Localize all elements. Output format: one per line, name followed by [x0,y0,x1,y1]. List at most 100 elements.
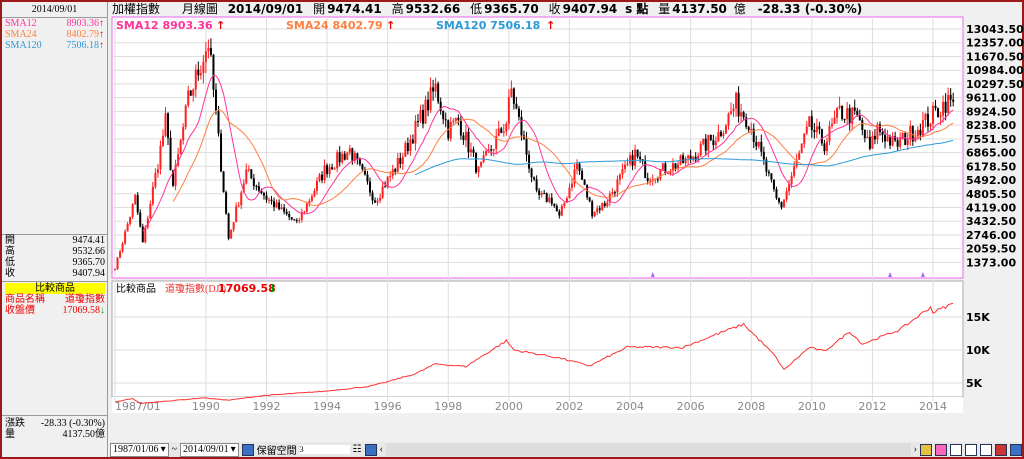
candle-body [452,120,455,123]
candle-body [313,190,316,197]
candle-body [358,159,361,165]
y-tick-label: 2746.00 [966,229,1016,242]
candle-body [760,141,763,152]
candle-body [432,87,435,92]
candle-body [788,184,791,192]
zoom-in-icon[interactable] [950,443,962,456]
candle-body [800,143,803,153]
candle-body [568,187,571,199]
calendar-icon[interactable] [241,443,254,456]
candle-body [722,133,725,136]
line-chart-icon[interactable] [920,443,932,456]
candle-body [808,116,811,127]
candle-body [833,117,836,124]
candle-body [719,131,722,136]
candle-body [179,140,182,155]
compare-name: 道瓊指數(DJI) [165,282,226,295]
candle-body [593,212,596,217]
scroll-left-button[interactable]: ‹ [380,444,383,455]
candle-body [343,153,346,160]
y-tick-label: 4805.50 [966,188,1016,201]
y-tick-label: 10297.50 [966,78,1024,91]
candle-body [621,168,624,175]
candle-body [283,207,286,212]
candle-body [116,257,119,270]
compare-label: 比較商品 [116,282,156,295]
export-icon[interactable] [1010,443,1022,456]
legend-sma: SMA24 8402.79 [286,19,383,32]
candle-body [727,113,730,126]
candle-body [775,189,778,199]
from-date-select[interactable]: 1987/01/06 ▾ [110,442,169,457]
candle-body [687,155,690,159]
candle-body [134,195,137,205]
settings-icon[interactable] [364,443,377,456]
candle-body [533,177,536,180]
candle-body [475,152,478,173]
candle-body [214,89,217,111]
y-tick-label: 6178.50 [966,160,1016,173]
candle-body [328,167,331,175]
candle-body [222,171,225,193]
candle-body [646,178,649,181]
x-tick-label: 1990 [192,400,220,413]
candle-body [740,112,743,117]
candle-body [871,135,874,149]
candle-body [490,149,493,151]
date-axis [112,397,963,413]
candle-body [321,174,324,181]
candle-body [167,113,170,138]
candle-body [480,162,483,167]
candle-body [512,88,515,104]
candle-body [825,141,828,152]
candle-body [601,203,604,211]
candle-body [899,138,902,147]
candle-body [419,110,422,122]
candle-body [735,92,738,109]
candle-body [510,88,513,98]
candle-body [737,92,740,117]
candle-body [944,101,947,113]
clock-icon[interactable] [935,443,947,456]
to-date-select[interactable]: 2014/09/01 ▾ [180,442,239,457]
candle-body [472,149,475,153]
candle-body [348,148,351,153]
candle-body [777,198,780,203]
indicator-icon[interactable] [995,443,1007,456]
candle-body [699,143,702,156]
undo-icon[interactable] [980,443,992,456]
scroll-right-button[interactable]: › [914,444,917,455]
candle-body [732,108,735,112]
candle-body [820,129,823,144]
candle-body [326,165,329,175]
candle-body [240,192,243,206]
candle-body [682,155,685,164]
candle-body [909,125,912,140]
candle-body [141,226,144,243]
y-tick-label: 5492.00 [966,174,1016,187]
reserve-space-input[interactable]: 3 [299,445,350,454]
candle-body [525,138,528,155]
candle-body [613,192,616,194]
charts[interactable]: 13043.5012357.0011670.5010984.0010297.50… [0,0,1024,459]
candle-body [389,176,392,178]
candle-body [280,207,283,210]
candle-body [755,142,758,147]
candle-body [429,87,432,111]
candle-body [798,152,801,160]
candle-body [515,103,518,109]
candle-body [406,142,409,152]
candle-body [323,165,326,181]
candle-body [457,118,460,120]
candle-body [815,126,818,133]
x-tick-label: 2012 [858,400,886,413]
candle-body [810,116,813,131]
scrollbar[interactable] [385,443,911,456]
spinner-icon[interactable]: ☷ [353,444,362,455]
zoom-out-icon[interactable] [965,443,977,456]
candle-body [288,213,291,218]
candle-body [469,149,472,153]
candle-body [606,202,609,207]
candle-body [553,203,556,206]
candle-body [750,128,753,130]
